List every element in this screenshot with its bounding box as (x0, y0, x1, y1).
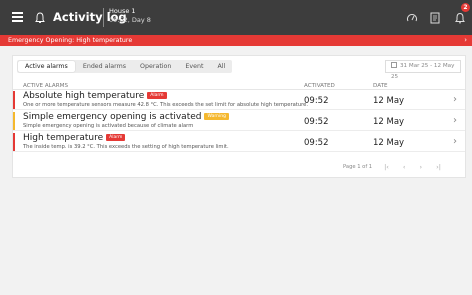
gauge-icon[interactable] (406, 12, 418, 24)
tab-active-alarms[interactable]: Active alarms (18, 61, 75, 72)
chevron-right-icon: › (453, 136, 457, 147)
chevron-right-icon: › (464, 36, 467, 44)
alarm-date: 12 May (373, 96, 405, 106)
tab-bar: Active alarms Ended alarms Operation Eve… (17, 60, 233, 73)
notification-badge: 2 (461, 3, 470, 12)
activated-time: 09:52 (304, 96, 329, 106)
tab-event[interactable]: Event (178, 60, 210, 73)
tab-ended-alarms[interactable]: Ended alarms (76, 60, 133, 73)
alarm-label: Alarm (147, 92, 167, 99)
severity-bar (13, 133, 15, 151)
tab-operation[interactable]: Operation (133, 60, 178, 73)
pagination: Page 1 of 1 |‹ ‹ › ›| (343, 163, 441, 171)
title-divider (103, 8, 104, 27)
date-range-text: 31 Mar 25 - 12 May 25 (391, 63, 455, 80)
table-row[interactable]: Simple emergency opening is activated War… (13, 111, 465, 131)
tab-all[interactable]: All (210, 60, 232, 73)
alarm-label: Alarm (106, 134, 126, 141)
alarm-description: The inside temp. is 39.2 °C. This exceed… (23, 144, 229, 150)
house-info[interactable]: House 1 09:52, Day 8 (109, 7, 151, 25)
notification-bell-icon[interactable] (454, 12, 466, 24)
last-page-button[interactable]: ›| (436, 163, 441, 171)
calendar-icon (391, 62, 397, 68)
alarm-title: Simple emergency opening is activated War… (23, 112, 229, 122)
chevron-right-icon: › (453, 94, 457, 105)
alarm-title: Absolute high temperature Alarm (23, 91, 167, 101)
alarm-date: 12 May (373, 117, 405, 127)
severity-bar (13, 112, 15, 130)
page-indicator: Page 1 of 1 (343, 164, 373, 170)
alarm-description: Simple emergency opening is activated be… (23, 123, 194, 129)
house-datetime: 09:52, Day 8 (109, 16, 151, 24)
emergency-banner-text: Emergency Opening: High temperature (8, 37, 133, 44)
emergency-banner[interactable]: Emergency Opening: High temperature › (0, 35, 472, 46)
date-range-picker[interactable]: 31 Mar 25 - 12 May 25 (385, 60, 461, 80)
prev-page-button[interactable]: ‹ (403, 163, 406, 171)
next-page-button[interactable]: › (420, 163, 423, 171)
alarms-card: Active alarms Ended alarms Operation Eve… (12, 55, 466, 178)
first-page-button[interactable]: |‹ (384, 163, 389, 171)
chevron-right-icon: › (453, 115, 457, 126)
house-name: House 1 (109, 7, 136, 15)
bell-icon (35, 12, 45, 23)
activated-time: 09:52 (304, 138, 329, 148)
alarm-description: One or more temperature sensors measure … (23, 102, 308, 108)
alarm-date: 12 May (373, 138, 405, 148)
document-icon[interactable] (429, 12, 441, 24)
table-row[interactable]: High temperature Alarm The inside temp. i… (13, 132, 465, 152)
severity-bar (13, 91, 15, 109)
table-row[interactable]: Absolute high temperature Alarm One or mo… (13, 90, 465, 110)
menu-icon[interactable] (12, 12, 23, 22)
activated-time: 09:52 (304, 117, 329, 127)
warning-label: Warning (204, 113, 229, 120)
alarm-title: High temperature Alarm (23, 133, 126, 143)
top-bar: Activity log House 1 09:52, Day 8 2 (0, 0, 472, 35)
